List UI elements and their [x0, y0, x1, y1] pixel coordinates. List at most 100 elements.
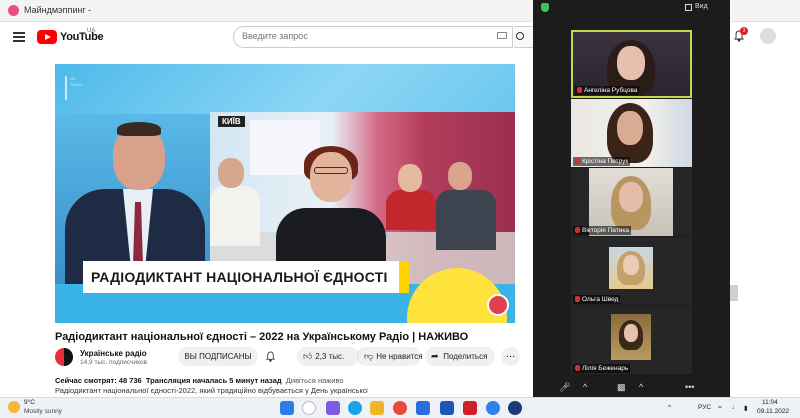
stats-line: Сейчас смотрят: 48 736 Трансляция начала… [55, 376, 344, 385]
tray-chevron-icon[interactable]: ^ [668, 404, 671, 411]
more-options-icon[interactable]: ••• [685, 382, 694, 392]
audience-person [386, 190, 436, 230]
muted-mic-icon [575, 158, 580, 164]
audience-person-head [218, 158, 244, 188]
app-icon[interactable] [508, 401, 522, 415]
battery-icon[interactable]: ▮ [744, 404, 748, 412]
thumbs-down-icon: 👎︎ [364, 351, 374, 361]
microphone-icon[interactable]: 🎤︎ [559, 382, 570, 393]
security-shield-icon[interactable] [541, 3, 549, 12]
clock-time[interactable]: 11:04 [762, 399, 778, 406]
store-icon[interactable] [416, 401, 430, 415]
notification-count-badge: 3 [740, 27, 748, 35]
camera-icon[interactable]: ▩ [617, 382, 626, 393]
windows-taskbar: 9°C Mostly sunny ^ РУС ≈ ♩ ▮ 11:04 09.11… [0, 397, 800, 418]
dislike-label: Не нравится [376, 352, 423, 361]
subscribed-button[interactable]: ВЫ ПОДПИСАНЫ [178, 347, 258, 366]
participant-name: Ангеліна Рубцова [584, 87, 638, 94]
radio-logo-icon: UA RADIO [65, 76, 83, 100]
channel-bell-icon[interactable] [265, 351, 276, 362]
watching-now: Сейчас смотрят: 48 736 [55, 376, 142, 385]
clock-date[interactable]: 09.11.2022 [757, 408, 789, 415]
region-label: UA [87, 28, 96, 34]
video-player[interactable]: UA RADIO КИЇВ РАДІОДИКТАНТ НАЦІОНАЛЬНОЇ Є… [55, 64, 515, 323]
host-glasses [314, 167, 348, 174]
teams-chat-icon[interactable] [326, 401, 340, 415]
camera-options-chevron-icon[interactable]: ^ [639, 382, 643, 392]
zoom-gallery-panel: Вид Ангеліна Рубцова Крістіна Петрук Вік… [533, 0, 730, 397]
edge-browser-icon[interactable] [348, 401, 362, 415]
muted-mic-icon [575, 296, 580, 302]
tab-favicon-icon [8, 5, 19, 16]
search-box[interactable] [233, 26, 513, 48]
channel-avatar[interactable] [55, 348, 73, 366]
muted-mic-icon [575, 365, 580, 371]
participant-name: Ольга Швед [582, 296, 619, 303]
weather-temperature[interactable]: 9°C [24, 399, 35, 406]
participant-name: Вікторія Патика [582, 227, 629, 234]
channel-subscribers: 14,9 тыс. подписчиков [80, 359, 148, 366]
weather-condition[interactable]: Mostly sunny [24, 408, 62, 415]
muted-mic-icon [575, 227, 580, 233]
zoom-app-icon[interactable] [486, 401, 500, 415]
more-options-icon[interactable]: … [501, 347, 520, 366]
mic-options-chevron-icon[interactable]: ^ [583, 382, 587, 392]
video-description[interactable]: Радіодиктант національної єдності-2022, … [55, 386, 368, 395]
audience-person-head [398, 164, 422, 192]
page-scrollbar[interactable] [730, 285, 738, 301]
participant-tile[interactable]: Ангеліна Рубцова [571, 30, 692, 98]
audience-person [436, 190, 496, 250]
youtube-logo-icon[interactable] [37, 30, 57, 44]
share-label: Поделиться [443, 352, 488, 361]
thumbs-up-icon: 👍︎ [303, 351, 313, 361]
channel-name[interactable]: Українське радіо [80, 349, 147, 358]
like-button[interactable]: 👍︎ 2,3 тыс. [297, 347, 359, 366]
language-indicator[interactable]: РУС [698, 404, 711, 411]
volume-icon[interactable]: ♩ [732, 404, 739, 411]
weather-sun-icon[interactable] [8, 401, 20, 413]
start-windows-icon[interactable] [280, 401, 294, 415]
file-explorer-icon[interactable] [370, 401, 384, 415]
audience-person [210, 186, 260, 246]
dislike-button[interactable]: 👎︎ Не нравится [357, 347, 423, 366]
audience-person-head [448, 162, 472, 190]
lower-third-banner: РАДІОДИКТАНТ НАЦІОНАЛЬНОЇ ЄДНОСТІ [83, 261, 409, 293]
view-menu-label[interactable]: Вид [695, 3, 708, 10]
share-button[interactable]: ➦ Поделиться [425, 347, 495, 366]
zoom-controls: 🎤︎ ^ ▩ ^ ••• [533, 378, 730, 397]
presenter-hair [117, 122, 161, 136]
channel-watermark-icon [487, 294, 509, 316]
muted-mic-icon [577, 87, 582, 93]
participant-name: Лілія Беженарь [582, 365, 629, 372]
menu-icon[interactable] [13, 32, 25, 42]
search-taskbar-icon[interactable] [302, 401, 316, 415]
keyboard-icon[interactable] [497, 32, 507, 39]
chrome-browser-icon[interactable] [393, 401, 407, 415]
participant-tile[interactable]: Вікторія Патика [571, 168, 692, 236]
live-inset: КИЇВ [210, 112, 515, 284]
participant-name: Крістіна Петрук [582, 158, 629, 165]
host-head [310, 152, 352, 202]
location-tag: КИЇВ [218, 116, 245, 127]
acrobat-icon[interactable] [463, 401, 477, 415]
wifi-icon[interactable]: ≈ [718, 404, 722, 411]
participant-tile[interactable]: Лілія Беженарь [571, 306, 692, 374]
participant-tile[interactable]: Ольга Швед [571, 237, 692, 305]
participant-tile[interactable]: Крістіна Петрук [571, 99, 692, 167]
hashtag-link[interactable]: Дивіться наживо [286, 376, 344, 385]
search-button[interactable] [514, 26, 534, 48]
share-icon: ➦ [431, 351, 439, 361]
search-icon [516, 32, 524, 40]
lower-third-text: РАДІОДИКТАНТ НАЦІОНАЛЬНОЇ ЄДНОСТІ [91, 269, 388, 285]
word-icon[interactable] [440, 401, 454, 415]
youtube-logo-text[interactable]: YouTube [60, 31, 104, 43]
like-count: 2,3 тыс. [315, 352, 345, 361]
account-avatar[interactable] [760, 28, 776, 44]
video-title: Радіодиктант національної єдності – 2022… [55, 331, 469, 343]
stream-started: Трансляция началась 5 минут назад [145, 376, 282, 385]
studio-screen [55, 64, 515, 114]
search-input[interactable] [242, 31, 492, 41]
view-grid-icon[interactable] [685, 4, 692, 11]
browser-tab-title[interactable]: Майндмэппинг - [24, 5, 91, 15]
right-gutter [730, 52, 800, 397]
